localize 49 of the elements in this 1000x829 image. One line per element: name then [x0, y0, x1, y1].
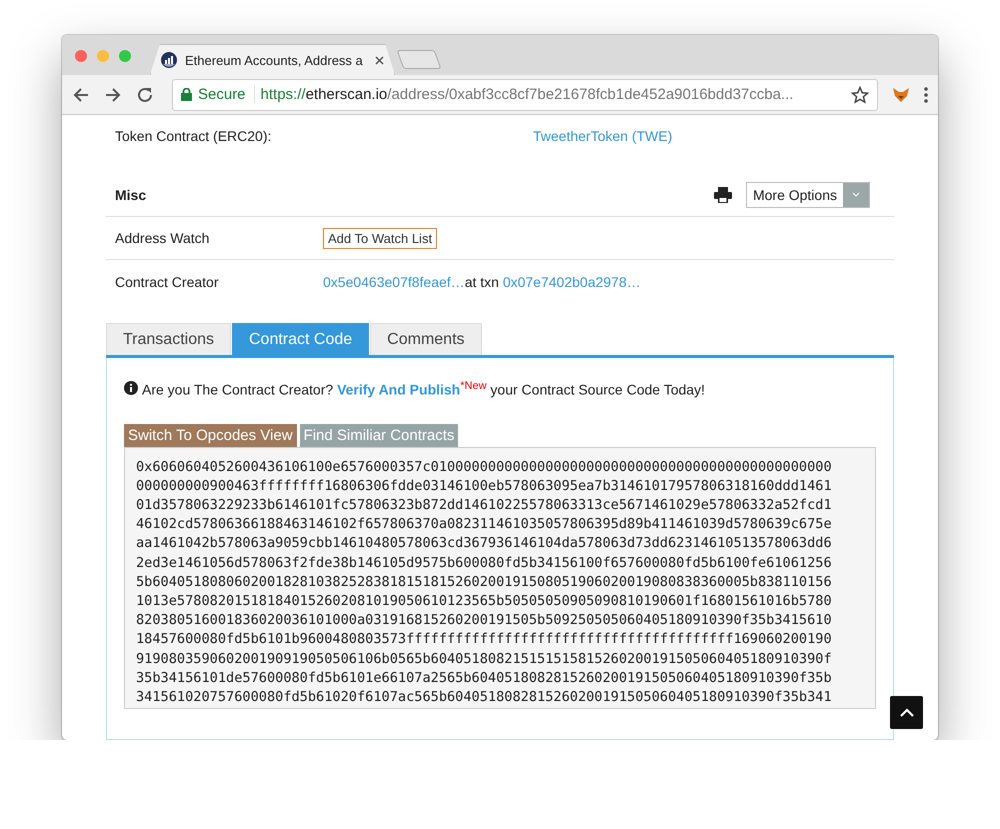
- bytecode-box[interactable]: [124, 446, 876, 709]
- token-link[interactable]: TweetherToken (TWE): [533, 128, 885, 173]
- url-text: https://etherscan.io/address/0xabf3cc8cf7be21678fcb1de452a9016bdd37ccba...: [260, 86, 794, 103]
- browser-tab[interactable]: Ethereum Accounts, Address a: [150, 44, 395, 75]
- reload-icon[interactable]: [136, 86, 154, 104]
- bytecode-line: 820380516001836020036101000a031916815260200191505b509250505060405180910390f35b3415610: [136, 611, 833, 630]
- opcodes-view-button[interactable]: Switch To Opcodes View: [124, 424, 297, 447]
- creator-address-link[interactable]: 0x5e0463e07f8feaef…: [323, 274, 465, 290]
- bytecode-line: 0x6060604052600436106100e6576000357c0100000000000000000000000000000000000000000000000: [136, 458, 833, 477]
- bytecode-line: 341561020757600080fd5b61020f6107ac565b6040518082815260200191505060405180910390f35b341: [136, 688, 833, 708]
- print-icon[interactable]: [714, 186, 732, 202]
- fox-icon[interactable]: [892, 86, 910, 104]
- bytecode-line: 000000000900463ffffffff16806306fdde03146100eb578063095ea7b31461017957806318160ddd1461: [136, 476, 833, 496]
- menu-icon[interactable]: [924, 86, 928, 102]
- section-title: Misc: [115, 186, 148, 202]
- similar-contracts-button[interactable]: Find Similiar Contracts: [300, 424, 458, 447]
- more-options-dropdown[interactable]: More Options: [746, 182, 870, 208]
- bytecode-line: aa1461042b578063a9059cbb14610480578063cd367936146104da578063d73dd62314610513578063dd6: [136, 534, 833, 554]
- field-label: Token Contract (ERC20):: [115, 128, 272, 146]
- bytecode-line: 2ed3e1461056d578063f2fde38b146105d9575b600080fd5b34156100f657600080fd5b6100fe61061256: [136, 554, 833, 573]
- back-icon[interactable]: [72, 86, 90, 104]
- tab[interactable]: Transactions: [106, 323, 231, 355]
- tab[interactable]: Comments: [370, 323, 482, 355]
- tab[interactable]: Contract Code: [232, 323, 370, 355]
- close-tab-icon[interactable]: [375, 56, 384, 64]
- bytecode-line: 18457600080fd5b6101b9600480803573ffffffffffffffffffffffffffffffffffffffff169060200190: [136, 630, 833, 650]
- bytecode-line: 35b34156101de57600080fd5b6101e66107a2565b6040518082815260200191505060405180910390f35b: [136, 668, 833, 688]
- info-icon: [124, 380, 138, 395]
- verify-publish-link[interactable]: Verify And Publish: [337, 382, 460, 398]
- scroll-to-top-button[interactable]: [890, 696, 923, 729]
- field-label: Contract Creator: [115, 274, 220, 290]
- bytecode-line: 919080359060200190919050506106b0565b604051808215151515815260200191505060405180910390f: [136, 650, 833, 669]
- caret-up-icon: [900, 708, 914, 717]
- lock-icon: [181, 88, 192, 101]
- bytecode-line: 01d3578063229233b6146101fc57806323b872dd14610225578063313ce5671461029e57806332a52fcd1: [136, 496, 833, 516]
- watch-list-button[interactable]: Add To Watch List: [323, 228, 438, 248]
- star-icon[interactable]: [851, 86, 869, 104]
- bytecode-line: 1013e578082015181840152602081019050610123565b50505050905090810190601f16801561016b5780: [136, 592, 833, 612]
- forward-icon[interactable]: [104, 86, 122, 104]
- creator-text: 0x5e0463e07f8feaef…at txn 0x07e7402b0a2978…: [323, 274, 642, 290]
- field-label: Address Watch: [115, 230, 210, 246]
- bytecode-line: 46102cd57806366188463146102f657806370a082311461035057806395d89b411461039d5780639c675e: [136, 515, 833, 534]
- bytecode-line: 5b6040518080602001828103825283818151815260200191508051906020019080838360005b838110156: [136, 572, 833, 592]
- secure-label: Secure: [198, 86, 246, 103]
- site-logo-icon: [161, 52, 177, 68]
- notice-text: Are you The Contract Creator? Verify And Publish$^{*New}$ your Contract Source Code Today!: [142, 380, 705, 398]
- address-bar[interactable]: Secure https://etherscan.io/address/0xabf3cc8cf7be21678fcb1de452a9016bdd37ccba...: [172, 78, 878, 110]
- transaction-link[interactable]: 0x07e7402b0a2978…: [502, 274, 641, 290]
- chevron-down-icon: [852, 192, 860, 197]
